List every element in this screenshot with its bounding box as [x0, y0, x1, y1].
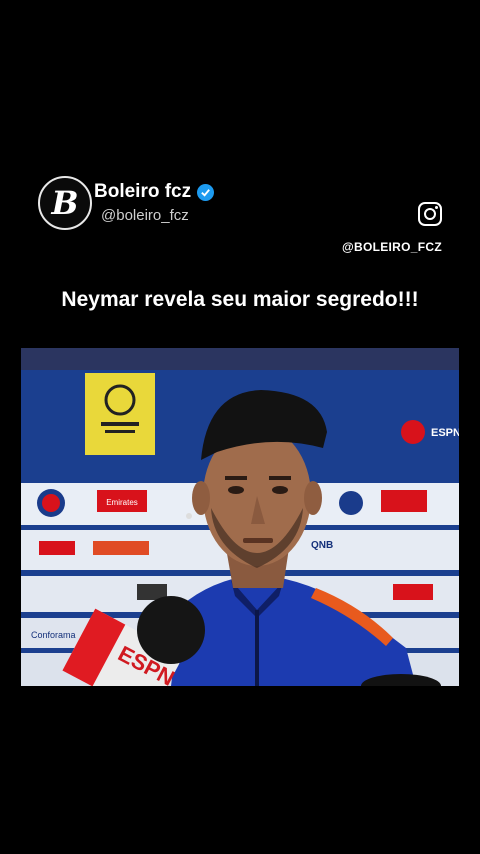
video-still: Emirates QNB Conforama ESPN ESPN: [21, 348, 459, 686]
post-header: B Boleiro fcz @boleiro_fcz @BOLEIRO_FCZ: [38, 176, 442, 266]
svg-text:Emirates: Emirates: [106, 498, 138, 507]
post-headline: Neymar revela seu maior segredo!!!: [61, 288, 419, 311]
instagram-handle: @BOLEIRO_FCZ: [342, 240, 442, 254]
avatar-logo-letter: B: [51, 184, 79, 222]
verified-badge-icon: [197, 183, 215, 201]
instagram-icon[interactable]: [418, 202, 442, 226]
profile-name: Boleiro fcz: [94, 181, 192, 202]
avatar[interactable]: B: [38, 176, 92, 230]
video-frame[interactable]: Emirates QNB Conforama ESPN ESPN: [21, 348, 459, 686]
svg-text:Conforama: Conforama: [31, 630, 76, 640]
profile-handle: @boleiro_fcz: [101, 207, 189, 224]
svg-text:ESPN: ESPN: [431, 427, 459, 439]
svg-text:QNB: QNB: [311, 540, 333, 551]
profile-name-row: Boleiro fcz: [94, 181, 215, 203]
